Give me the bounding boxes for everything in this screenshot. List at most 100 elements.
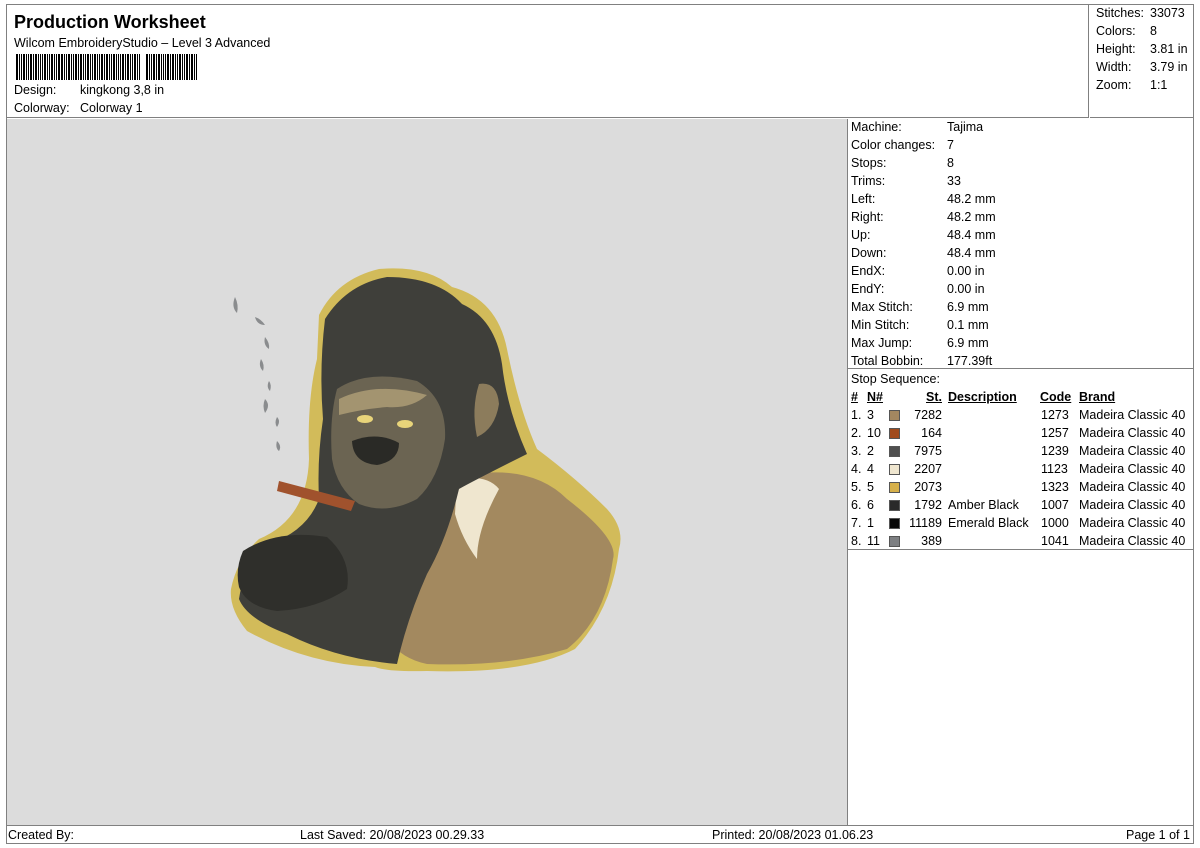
barcode-bar <box>156 54 157 80</box>
barcode-bar <box>80 54 82 80</box>
width-label: Width: <box>1096 60 1132 74</box>
needle-number: 5 <box>867 480 874 494</box>
barcode-bar <box>151 54 152 80</box>
colorway-label: Colorway: <box>14 101 70 115</box>
machine-stat-label: Left: <box>851 192 876 206</box>
barcode-bar <box>109 54 110 80</box>
barcode-bar <box>47 54 48 80</box>
stitch-count: 389 <box>921 534 942 548</box>
barcode-bar <box>78 54 79 80</box>
barcode-bar <box>189 54 190 80</box>
page-title: Production Worksheet <box>14 12 206 32</box>
needle-number: 1 <box>867 516 874 530</box>
barcode-bar <box>92 54 93 80</box>
col-header-brand: Brand <box>1079 390 1116 404</box>
machine-stat-value: 6.9 mm <box>947 336 989 350</box>
barcode-bar <box>101 54 103 80</box>
col-header-code: Code <box>1040 390 1072 404</box>
barcode-bar <box>118 54 119 80</box>
stitch-count: 2073 <box>914 480 942 494</box>
machine-info-panel: Machine: Tajima Color changes: 7 Stops: 8 Trim… <box>848 119 1194 826</box>
thread-description: Amber Black <box>948 498 1019 512</box>
barcode-bar <box>68 54 70 80</box>
barcode-bar <box>23 54 25 80</box>
worksheet-footer: Created By: Last Saved: 20/08/2023 00.29… <box>6 825 1194 844</box>
gorilla-embroidery-image <box>230 268 621 672</box>
machine-stat-row: Down: 48.4 mm <box>851 246 996 260</box>
machine-stat-label: Right: <box>851 210 884 224</box>
height-row: Height: 3.81 in <box>1096 42 1188 56</box>
thread-code: 1273 <box>1041 408 1069 422</box>
machine-stat-label: Stops: <box>851 156 887 170</box>
thread-code: 1239 <box>1041 444 1069 458</box>
needle-number: 2 <box>867 444 874 458</box>
machine-stat-value: 33 <box>947 174 961 188</box>
needle-number: 10 <box>867 426 881 440</box>
barcode-bar <box>75 54 77 80</box>
barcode-bar <box>87 54 89 80</box>
machine-stat-label: EndY: <box>851 282 885 296</box>
barcode-bar <box>83 54 84 80</box>
barcode-bar <box>127 54 129 80</box>
stitch-count: 164 <box>921 426 942 440</box>
machine-stat-label: Color changes: <box>851 138 936 152</box>
machine-stat-value: 0.00 in <box>947 282 985 296</box>
color-swatch <box>889 410 900 421</box>
barcode-bar <box>66 54 67 80</box>
barcode-bar <box>94 54 96 80</box>
divider <box>848 549 1194 550</box>
machine-stat-row: Right: 48.2 mm <box>851 210 996 224</box>
needle-number: 4 <box>867 462 874 476</box>
barcode-bar <box>122 54 124 80</box>
thread-brand: Madeira Classic 40 <box>1079 534 1186 548</box>
barcode-bar <box>73 54 74 80</box>
stop-index: 1. <box>851 408 862 422</box>
worksheet-header: Production Worksheet Wilcom EmbroiderySt… <box>6 4 1089 118</box>
barcode-bar <box>116 54 117 80</box>
thread-code: 1041 <box>1041 534 1069 548</box>
color-swatch <box>889 446 900 457</box>
barcode-bar <box>146 54 148 80</box>
stop-index: 7. <box>851 516 862 530</box>
machine-stat-value: 48.2 mm <box>947 210 996 224</box>
thread-brand: Madeira Classic 40 <box>1079 516 1186 530</box>
design-label: Design: <box>14 83 57 97</box>
barcode-bar <box>194 54 195 80</box>
stitch-count: 7975 <box>914 444 942 458</box>
barcode-bar <box>149 54 150 80</box>
design-summary: Stitches: 33073 Colors: 8 Height: 3.81 in W… <box>1090 4 1194 118</box>
design-preview <box>7 119 848 826</box>
barcode-bar <box>64 54 65 80</box>
machine-stat-label: Trims: <box>851 174 886 188</box>
thread-code: 1257 <box>1041 426 1069 440</box>
barcode-bar <box>191 54 193 80</box>
zoom-row: Zoom: 1:1 <box>1096 78 1167 92</box>
colors-row: Colors: 8 <box>1096 24 1157 38</box>
printed-date: Printed: 20/08/2023 01.06.23 <box>712 828 874 842</box>
barcode-bar <box>71 54 72 80</box>
thread-brand: Madeira Classic 40 <box>1079 498 1186 512</box>
design-row: Design: kingkong 3,8 in <box>14 83 164 97</box>
barcode-bar <box>19 54 20 80</box>
barcode-bar <box>175 54 176 80</box>
stitches-row: Stitches: 33073 <box>1096 6 1185 20</box>
colors-value: 8 <box>1150 24 1157 38</box>
barcode-bar <box>99 54 100 80</box>
machine-stat-label: Up: <box>851 228 871 242</box>
thread-brand: Madeira Classic 40 <box>1079 480 1186 494</box>
machine-stat-value: 48.4 mm <box>947 228 996 242</box>
color-swatch <box>889 518 900 529</box>
barcode-bar <box>49 54 50 80</box>
barcode-bar <box>35 54 37 80</box>
machine-stat-label: Down: <box>851 246 887 260</box>
barcode-bar <box>172 54 174 80</box>
barcode-bar <box>163 54 164 80</box>
thread-code: 1007 <box>1041 498 1069 512</box>
barcode-bar <box>120 54 121 80</box>
color-swatch <box>889 428 900 439</box>
barcode-bar <box>182 54 183 80</box>
colorway-value: Colorway 1 <box>80 101 143 115</box>
right-eye <box>397 420 413 428</box>
smoke-wisps <box>233 297 281 451</box>
last-saved: Last Saved: 20/08/2023 00.29.33 <box>300 828 485 842</box>
